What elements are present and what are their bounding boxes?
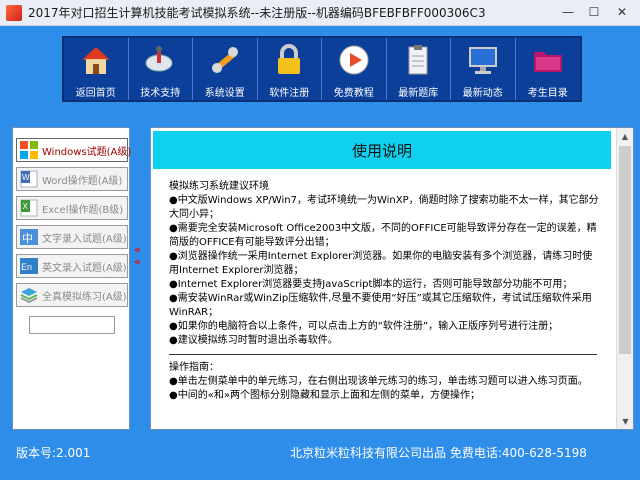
lock-icon (271, 42, 307, 78)
satellite-icon (142, 42, 178, 78)
toolbar-label: 免费教程 (333, 88, 374, 99)
excel-icon: X (19, 198, 39, 218)
menu-label: 全真模拟练习(A级) (42, 291, 127, 303)
scroll-down-icon[interactable]: ▼ (617, 413, 633, 429)
collapse-left-icon[interactable]: « (134, 256, 146, 268)
minimize-button[interactable]: — (556, 3, 580, 21)
maximize-button[interactable]: ☐ (582, 3, 606, 21)
toolbar-register[interactable]: 软件注册 (258, 38, 322, 100)
scroll-thumb[interactable] (619, 146, 631, 354)
menu-chinese-input[interactable]: 中 文字录入试题(A级) (16, 225, 128, 249)
monitor-icon (465, 42, 501, 78)
app-icon (6, 4, 22, 21)
scroll-up-icon[interactable]: ▲ (617, 128, 633, 144)
window-controls: — ☐ ✕ (554, 3, 636, 21)
home-icon (78, 42, 114, 78)
instruction-line: ●建议模拟练习时暂时退出杀毒软件。 (169, 335, 338, 346)
menu-word[interactable]: W Word操作题(A级) (16, 167, 128, 191)
main-content-panel: 使用说明 模拟练习系统建议环境 ●中文版Windows XP/Win7，考试环境… (150, 127, 634, 430)
toolbar-label: 返回首页 (75, 88, 116, 99)
toolbar-news[interactable]: 最新动态 (451, 38, 516, 100)
collapse-arrows[interactable]: « « (134, 244, 146, 268)
page-title: 使用说明 (153, 131, 611, 169)
left-menu-panel: Windows试题(A级) W Word操作题(A级) X Excel操作题(B… (12, 127, 132, 430)
section-heading: 模拟练习系统建议环境 (169, 181, 269, 192)
menu-full-simulation[interactable]: 全真模拟练习(A级) (16, 283, 128, 307)
main-toolbar: 返回首页 技术支持 系统设置 软件注册 免费教程 最新题库 最新动态 考生目录 (62, 36, 582, 102)
instruction-line: ●如果你的电脑符合以上条件，可以点击上方的“软件注册”，输入正版序列号进行注册； (169, 321, 559, 332)
instruction-line: ●单击左侧菜单中的单元练习，在右侧出现该单元练习的练习，单击练习题可以进入练习页… (169, 376, 588, 387)
instruction-line: ●需安装WinRar或WinZip压缩软件,尽量不要使用“好压”或其它压缩软件，… (169, 293, 592, 318)
company-label: 北京粒米粒科技有限公司出品 免费电话:400-628-5198 (290, 445, 587, 460)
instruction-line: ●浏览器操作统一采用Internet Explorer浏览器。如果你的电脑安装有… (169, 251, 593, 276)
toolbar-directory[interactable]: 考生目录 (516, 38, 581, 100)
svg-text:En: En (21, 262, 32, 272)
toolbar-label: 最新动态 (462, 88, 503, 99)
close-button[interactable]: ✕ (608, 3, 636, 21)
layers-icon (19, 285, 39, 305)
toolbar-label: 考生目录 (527, 88, 568, 99)
instruction-line: ●需要完全安装Microsoft Office2003中文版，不同的OFFICE… (169, 223, 597, 248)
status-bar: 版本号:2.001 北京粒米粒科技有限公司出品 免费电话:400-628-519… (0, 440, 640, 464)
svg-text:中: 中 (22, 232, 33, 245)
svg-text:W: W (22, 173, 30, 182)
divider (169, 354, 597, 355)
wrench-icon (207, 42, 243, 78)
play-icon (336, 42, 372, 78)
english-input-icon: En (19, 256, 39, 276)
toolbar-label: 软件注册 (269, 88, 310, 99)
window-title: 2017年对口招生计算机技能考试模拟系统--未注册版--机器编码BFEBFBFF… (28, 6, 486, 20)
vertical-scrollbar[interactable]: ▲ ▼ (616, 128, 633, 429)
chinese-input-icon: 中 (19, 227, 39, 247)
folder-icon (530, 42, 566, 78)
menu-label: 英文录入试题(A级) (42, 262, 127, 274)
version-label: 版本号:2.001 (16, 445, 91, 460)
toolbar-support[interactable]: 技术支持 (129, 38, 193, 100)
menu-label: Word操作题(A级) (42, 175, 123, 187)
menu-label: Excel操作题(B级) (42, 204, 124, 216)
menu-windows[interactable]: Windows试题(A级) (16, 138, 132, 162)
menu-label: Windows试题(A级) (42, 146, 132, 158)
toolbar-home[interactable]: 返回首页 (64, 38, 129, 100)
menu-english-input[interactable]: En 英文录入试题(A级) (16, 254, 128, 278)
toolbar-settings[interactable]: 系统设置 (193, 38, 258, 100)
instructions-text: 模拟练习系统建议环境 ●中文版Windows XP/Win7，考试环境统一为Wi… (169, 180, 599, 403)
toolbar-label: 技术支持 (140, 88, 181, 99)
svg-text:X: X (23, 202, 29, 211)
toolbar-question-bank[interactable]: 最新题库 (387, 38, 451, 100)
toolbar-label: 系统设置 (204, 88, 245, 99)
section-heading: 操作指南： (169, 362, 219, 373)
instruction-line: ●Internet Explorer浏览器要支持JavaScript脚本的运行，… (169, 279, 573, 290)
instruction-line: ●中间的«和»两个图标分别隐藏和显示上面和左侧的菜单，方便操作； (169, 390, 480, 401)
document-icon (400, 42, 436, 78)
title-bar: 2017年对口招生计算机技能考试模拟系统--未注册版--机器编码BFEBFBFF… (0, 0, 640, 26)
toolbar-label: 最新题库 (398, 88, 439, 99)
sidebar-input[interactable] (29, 316, 115, 334)
word-icon: W (19, 169, 39, 189)
toolbar-tutorial[interactable]: 免费教程 (322, 38, 387, 100)
menu-excel[interactable]: X Excel操作题(B级) (16, 196, 128, 220)
menu-label: 文字录入试题(A级) (42, 233, 127, 245)
windows-icon (19, 140, 39, 160)
instruction-line: ●中文版Windows XP/Win7，考试环境统一为WinXP，倘题时除了搜索… (169, 195, 599, 220)
